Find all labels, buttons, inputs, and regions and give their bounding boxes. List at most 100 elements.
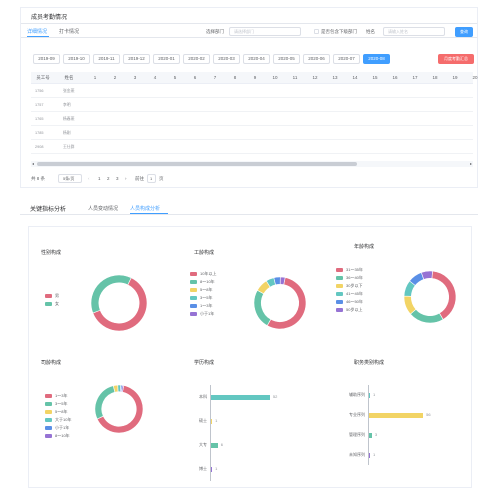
col-day: 15 bbox=[372, 75, 378, 80]
month-button[interactable]: 2020-07 bbox=[333, 54, 360, 64]
scroll-thumb[interactable] bbox=[37, 162, 357, 166]
prev-page-icon[interactable]: ‹ bbox=[88, 176, 90, 181]
legend-label: 31～35年 bbox=[346, 267, 363, 272]
donut-slice[interactable] bbox=[94, 385, 116, 420]
legend-item[interactable]: 31～35年 bbox=[336, 267, 363, 273]
month-button[interactable]: 2020-08 bbox=[363, 54, 390, 64]
bar[interactable] bbox=[369, 412, 424, 418]
legend-label: 女 bbox=[55, 301, 59, 306]
legend-item[interactable]: 3～5年 bbox=[190, 295, 216, 301]
month-button[interactable]: 2019-09 bbox=[33, 54, 60, 64]
legend-item[interactable]: 50岁以上 bbox=[336, 307, 363, 313]
month-button[interactable]: 2020-01 bbox=[153, 54, 180, 64]
scroll-left-icon[interactable]: ◂ bbox=[32, 161, 34, 167]
legend-item[interactable]: 46～50年 bbox=[336, 299, 363, 305]
donut-slice[interactable] bbox=[420, 270, 433, 280]
tab-composition[interactable]: 人员构成分析 bbox=[130, 205, 160, 212]
legend-label: 男 bbox=[55, 293, 59, 298]
bar[interactable] bbox=[369, 432, 372, 438]
donut-slice[interactable] bbox=[431, 270, 457, 320]
legend-swatch bbox=[336, 284, 343, 288]
legend-item[interactable]: 女 bbox=[45, 301, 59, 307]
scroll-right-icon[interactable]: ▸ bbox=[470, 161, 472, 167]
legend-label: 5～8年 bbox=[55, 409, 68, 414]
bar[interactable] bbox=[211, 466, 213, 472]
legend-item[interactable]: 小于1年 bbox=[45, 425, 71, 431]
col-day: 18 bbox=[432, 75, 438, 80]
table-row: 1757 李明 bbox=[31, 98, 473, 112]
month-button[interactable]: 2020-02 bbox=[183, 54, 210, 64]
col-name: 姓名 bbox=[64, 75, 74, 80]
month-button[interactable]: 2020-06 bbox=[303, 54, 330, 64]
chart-title: 年龄构成 bbox=[354, 244, 375, 250]
legend-item[interactable]: 8～10年 bbox=[45, 433, 71, 439]
bar[interactable] bbox=[211, 394, 270, 400]
legend-item[interactable]: 1～3年 bbox=[45, 393, 71, 399]
month-button[interactable]: 2019-10 bbox=[63, 54, 90, 64]
cell-name: 王仕群 bbox=[63, 145, 75, 149]
legend-item[interactable]: 41～45年 bbox=[336, 291, 363, 297]
table-row: 1756 张金燕 bbox=[31, 84, 473, 98]
donut-slice[interactable] bbox=[90, 274, 132, 314]
page-1[interactable]: 1 bbox=[98, 176, 101, 181]
col-day: 5 bbox=[173, 75, 177, 80]
tab-personnel-change[interactable]: 人员变动情况 bbox=[88, 205, 118, 212]
month-button[interactable]: 2019-12 bbox=[123, 54, 150, 64]
col-day: 9 bbox=[253, 75, 257, 80]
legend-label: 41～45年 bbox=[346, 291, 363, 296]
page-size-select[interactable]: 5条/页 bbox=[58, 174, 82, 183]
donut-slice[interactable] bbox=[253, 289, 272, 327]
month-button[interactable]: 2020-04 bbox=[243, 54, 270, 64]
export-button[interactable]: 月度考勤汇总 bbox=[438, 54, 474, 64]
tabs-divider bbox=[21, 37, 477, 38]
legend-label: 8～10年 bbox=[55, 433, 70, 438]
bar[interactable] bbox=[211, 442, 218, 448]
month-button[interactable]: 2020-03 bbox=[213, 54, 240, 64]
chart-age: 年龄构成 31～35年 36～40年 30岁以下 41～45年 46～50年 50岁以上 bbox=[326, 239, 466, 349]
month-selector: 2019-09 2019-10 2019-11 2019-12 2020-01 2020-… bbox=[33, 54, 390, 64]
legend-item[interactable]: 1～3年 bbox=[190, 303, 216, 309]
donut-slice[interactable] bbox=[409, 308, 444, 324]
legend-item[interactable]: 3～5年 bbox=[45, 401, 71, 407]
month-button[interactable]: 2020-05 bbox=[273, 54, 300, 64]
chart-gender: 性别构成男女 bbox=[37, 241, 167, 351]
include-sub-checkbox[interactable] bbox=[314, 29, 319, 34]
bar[interactable] bbox=[211, 418, 213, 424]
col-day: 7 bbox=[213, 75, 217, 80]
legend-item[interactable]: 30岁以下 bbox=[336, 283, 363, 289]
bar-category-label: 管理序列 bbox=[349, 432, 365, 437]
col-day: 6 bbox=[193, 75, 197, 80]
pager-total: 共 8 条 bbox=[31, 176, 46, 181]
tab-detail[interactable]: 详细情况 bbox=[27, 28, 47, 35]
legend-item[interactable]: 大于10年 bbox=[45, 417, 71, 423]
col-day: 1 bbox=[93, 75, 97, 80]
horizontal-scrollbar[interactable]: ◂ ▸ bbox=[31, 161, 473, 167]
month-button[interactable]: 2019-11 bbox=[93, 54, 120, 64]
bar[interactable] bbox=[369, 392, 370, 398]
legend-item[interactable]: 5～8年 bbox=[190, 287, 216, 293]
dept-select[interactable]: 请选择部门 bbox=[229, 27, 301, 36]
search-button[interactable]: 查询 bbox=[455, 27, 473, 37]
legend-item[interactable]: 10年以上 bbox=[190, 271, 216, 277]
bar[interactable] bbox=[369, 452, 370, 458]
bar-category-label: 未知序列 bbox=[349, 452, 365, 457]
bar-value-label: 56 bbox=[426, 412, 431, 417]
name-input[interactable]: 请输入姓名 bbox=[383, 27, 445, 36]
analysis-header: 关键指标分析 人员变动情况 人员构成分析 bbox=[20, 198, 478, 220]
legend-item[interactable]: 小于1年 bbox=[190, 311, 216, 317]
legend-item[interactable]: 36～40年 bbox=[336, 275, 363, 281]
legend-item[interactable]: 5～8年 bbox=[45, 409, 71, 415]
page-unit: 页 bbox=[159, 176, 164, 181]
tab-punch[interactable]: 打卡情况 bbox=[59, 28, 79, 35]
page-3[interactable]: 3 bbox=[116, 176, 119, 181]
page-2[interactable]: 2 bbox=[107, 176, 110, 181]
cell-name: 李明 bbox=[63, 103, 71, 107]
legend-item[interactable]: 男 bbox=[45, 293, 59, 299]
goto-input[interactable]: 1 bbox=[147, 174, 156, 183]
next-page-icon[interactable]: › bbox=[125, 176, 127, 181]
legend-swatch bbox=[45, 418, 52, 422]
legend-swatch bbox=[45, 426, 52, 430]
legend-label: 1～3年 bbox=[200, 303, 213, 308]
legend-item[interactable]: 8～10年 bbox=[190, 279, 216, 285]
legend-label: 46～50年 bbox=[346, 299, 363, 304]
